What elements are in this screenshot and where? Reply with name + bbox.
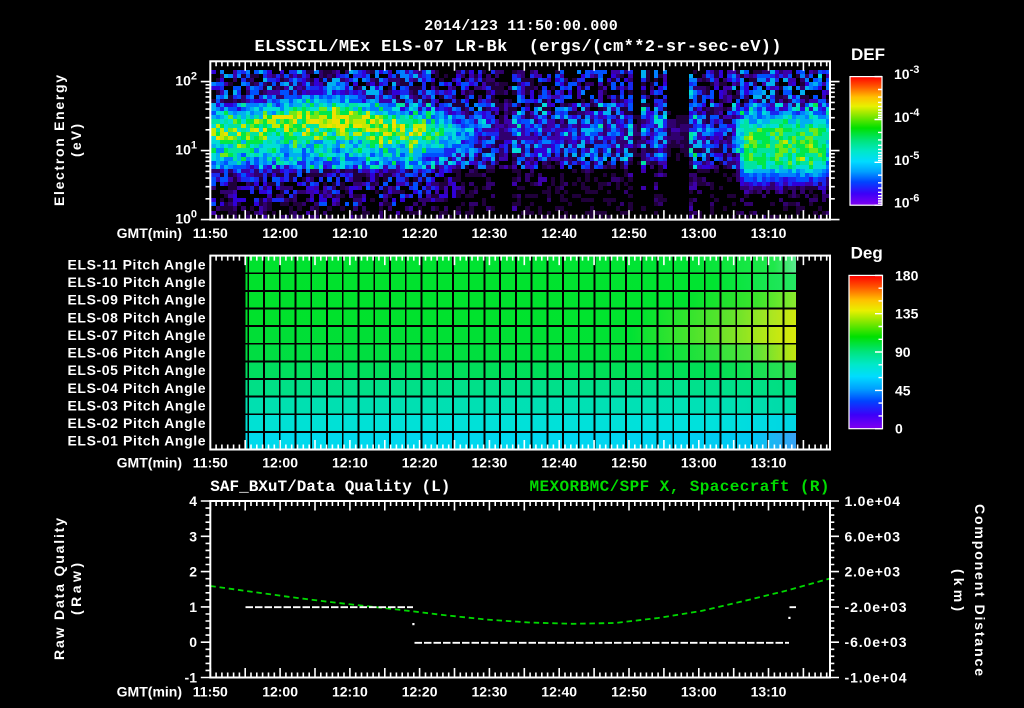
svg-text:GMT(min): GMT(min) [117,684,182,700]
svg-text:0: 0 [189,634,197,650]
svg-text:12:00: 12:00 [262,225,298,241]
svg-text:SAF_BXuT/Data Quality (L): SAF_BXuT/Data Quality (L) [210,478,450,496]
svg-text:ELS-10 Pitch Angle: ELS-10 Pitch Angle [68,274,206,290]
svg-text:ELS-08 Pitch Angle: ELS-08 Pitch Angle [68,309,206,325]
svg-text:6.0e+03: 6.0e+03 [845,528,901,544]
svg-text:-6.0e+03: -6.0e+03 [845,634,907,650]
svg-text:13:10: 13:10 [751,684,787,700]
svg-text:12:10: 12:10 [332,684,368,700]
svg-text:ELS-09 Pitch Angle: ELS-09 Pitch Angle [68,292,206,308]
svg-text:13:00: 13:00 [681,684,717,700]
svg-text:MEXORBMC/SPF X, Spacecraft (R): MEXORBMC/SPF X, Spacecraft (R) [530,478,830,496]
svg-text:ELS-02 Pitch Angle: ELS-02 Pitch Angle [68,415,206,431]
svg-text:11:50: 11:50 [193,684,228,700]
svg-text:ELSSCIL/MEx ELS-07 LR-Bk (erg: ELSSCIL/MEx ELS-07 LR-Bk (ergs/(cm**2-sr… [255,38,782,57]
svg-text:1.0e+04: 1.0e+04 [845,493,901,509]
svg-text:11:50: 11:50 [193,225,228,241]
svg-text:3: 3 [189,528,197,544]
svg-text:ELS-11 Pitch Angle: ELS-11 Pitch Angle [68,256,206,272]
svg-text:ELS-07 Pitch Angle: ELS-07 Pitch Angle [68,327,206,343]
svg-text:12:10: 12:10 [332,455,368,471]
svg-text:13:00: 13:00 [681,225,717,241]
svg-text:12:00: 12:00 [262,455,298,471]
svg-text:12:00: 12:00 [262,684,298,700]
svg-text:2.0e+03: 2.0e+03 [845,564,901,580]
svg-text:-1.0e+04: -1.0e+04 [845,670,907,686]
svg-text:0: 0 [895,421,903,437]
svg-text:13:10: 13:10 [751,225,787,241]
svg-text:13:00: 13:00 [681,455,717,471]
svg-text:12:30: 12:30 [471,225,507,241]
svg-text:12:40: 12:40 [541,225,577,241]
svg-text:13:10: 13:10 [751,455,787,471]
svg-text:2014/123 11:50:00.000: 2014/123 11:50:00.000 [424,18,618,35]
svg-text:180: 180 [895,267,919,283]
svg-text:45: 45 [895,382,911,398]
svg-text:12:50: 12:50 [611,455,647,471]
svg-text:12:50: 12:50 [611,684,647,700]
svg-text:GMT(min): GMT(min) [117,455,182,471]
svg-text:12:30: 12:30 [471,455,507,471]
svg-text:135: 135 [895,306,919,322]
svg-text:DEF: DEF [851,45,885,64]
svg-text:12:40: 12:40 [541,684,577,700]
svg-text:12:20: 12:20 [402,225,438,241]
svg-text:Deg: Deg [851,244,883,263]
svg-text:11:50: 11:50 [193,455,228,471]
svg-text:12:30: 12:30 [471,684,507,700]
svg-text:GMT(min): GMT(min) [117,225,182,241]
svg-text:1: 1 [189,599,197,615]
svg-text:-2.0e+03: -2.0e+03 [845,599,907,615]
svg-text:90: 90 [895,344,911,360]
svg-text:12:10: 12:10 [332,225,368,241]
svg-text:ELS-06 Pitch Angle: ELS-06 Pitch Angle [68,345,206,361]
svg-text:ELS-04 Pitch Angle: ELS-04 Pitch Angle [68,380,206,396]
svg-text:2: 2 [189,564,197,580]
svg-text:ELS-01 Pitch Angle: ELS-01 Pitch Angle [68,433,206,449]
svg-text:ELS-05 Pitch Angle: ELS-05 Pitch Angle [68,362,206,378]
svg-text:Component Distance: Component Distance [972,504,988,676]
svg-text:12:20: 12:20 [402,455,438,471]
svg-text:12:20: 12:20 [402,684,438,700]
svg-text:4: 4 [189,493,197,509]
svg-text:12:40: 12:40 [541,455,577,471]
svg-text:ELS-03 Pitch Angle: ELS-03 Pitch Angle [68,397,206,413]
svg-text:12:50: 12:50 [611,225,647,241]
